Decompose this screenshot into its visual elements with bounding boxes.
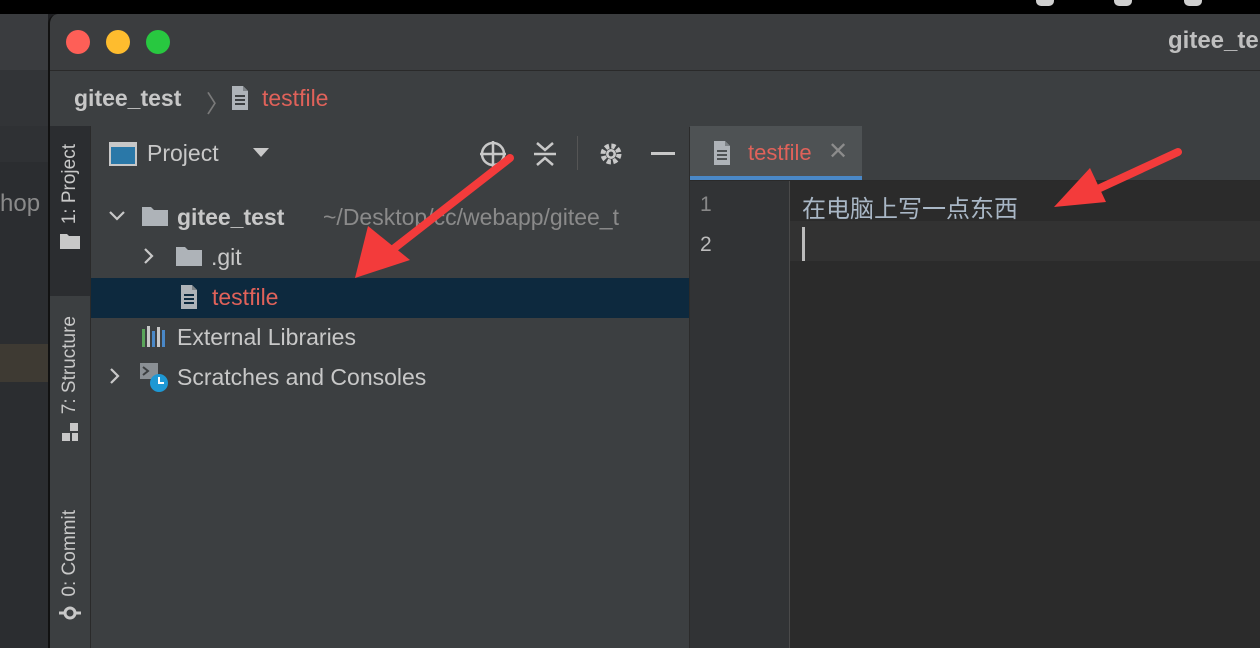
- tree-item-external-libraries[interactable]: External Libraries: [91, 318, 689, 358]
- toolbar-divider: [577, 136, 578, 170]
- tab-commit-label: 0: Commit: [59, 510, 80, 597]
- project-view-icon: [109, 142, 137, 171]
- commit-icon: [59, 605, 81, 626]
- editor-tab-testfile[interactable]: testfile ✕: [690, 126, 862, 180]
- chevron-down-icon[interactable]: [251, 146, 271, 165]
- gear-icon[interactable]: [597, 140, 625, 168]
- minimize-window-button[interactable]: [106, 30, 130, 54]
- close-icon[interactable]: ✕: [828, 137, 848, 166]
- collapse-all-icon[interactable]: [531, 140, 559, 168]
- project-view-selector[interactable]: Project: [147, 140, 219, 167]
- tree-item-label: .git: [211, 244, 242, 270]
- folder-icon: [59, 232, 81, 255]
- tree-item-scratches[interactable]: Scratches and Consoles: [91, 358, 689, 398]
- scratches-icon: [139, 362, 171, 399]
- active-tab-indicator: [690, 176, 862, 180]
- locate-file-icon[interactable]: [479, 140, 507, 168]
- editor-area[interactable]: 在电脑上写一点东西: [790, 181, 1260, 648]
- editor-tab-label: testfile: [748, 140, 812, 165]
- breadcrumb-project[interactable]: gitee_test: [74, 85, 181, 112]
- tree-item-label: testfile: [212, 284, 279, 310]
- hide-panel-icon[interactable]: [649, 140, 677, 168]
- line-number-gutter: 1 2: [690, 181, 790, 648]
- line-number: 1: [700, 193, 712, 216]
- text-caret: [802, 227, 805, 261]
- tab-project[interactable]: 1: Project: [50, 144, 90, 255]
- structure-icon: [60, 422, 80, 447]
- folder-icon: [141, 205, 169, 232]
- tree-item-testfile[interactable]: testfile: [91, 278, 689, 318]
- tab-structure[interactable]: 7: Structure: [50, 316, 90, 447]
- code-line[interactable]: 在电脑上写一点东西: [802, 189, 1018, 224]
- tree-item-label: Scratches and Consoles: [177, 364, 427, 390]
- mac-menu-bar: [0, 0, 1260, 14]
- tab-project-label: 1: Project: [59, 144, 80, 225]
- navigation-bar: gitee_test 〉 testfile: [50, 70, 1260, 128]
- file-icon: [179, 284, 199, 315]
- title-bar: gitee_te: [50, 14, 1260, 70]
- breadcrumb-file[interactable]: testfile: [262, 85, 328, 112]
- background-text: hop: [0, 190, 41, 217]
- search-icon[interactable]: [1114, 0, 1132, 6]
- file-icon: [712, 140, 732, 171]
- project-panel: Project gitee_test ~/Desktop/cc/webapp/g…: [91, 126, 689, 648]
- folder-icon: [175, 245, 203, 272]
- tab-structure-label: 7: Structure: [59, 316, 80, 415]
- window-title: gitee_te: [1168, 27, 1259, 54]
- project-panel-header: Project: [91, 126, 689, 180]
- status-icon[interactable]: [1184, 0, 1202, 6]
- file-icon: [230, 85, 250, 116]
- breadcrumb-separator-icon: 〉: [206, 91, 230, 118]
- status-icon[interactable]: [1036, 0, 1054, 6]
- editor-tab-bar: testfile ✕: [690, 126, 1260, 181]
- background-window: hop: [0, 14, 48, 648]
- tool-window-stripe: 1: Project 7: Structure 0: Commit: [50, 126, 91, 648]
- tree-item-path: ~/Desktop/cc/webapp/gitee_t: [323, 204, 619, 230]
- chevron-down-icon[interactable]: [107, 206, 127, 226]
- tree-item-label: External Libraries: [177, 324, 356, 350]
- current-line-highlight: [790, 221, 1260, 261]
- tree-item-git-folder[interactable]: .git: [91, 238, 689, 278]
- chevron-right-icon[interactable]: [105, 366, 125, 386]
- line-number: 2: [700, 233, 712, 256]
- tab-commit[interactable]: 0: Commit: [50, 510, 90, 626]
- close-window-button[interactable]: [66, 30, 90, 54]
- zoom-window-button[interactable]: [146, 30, 170, 54]
- chevron-right-icon[interactable]: [139, 246, 159, 266]
- tree-item-project-root[interactable]: gitee_test ~/Desktop/cc/webapp/gitee_t: [91, 198, 689, 238]
- ide-window: gitee_te gitee_test 〉 testfile 1: Projec…: [48, 14, 1260, 648]
- tree-item-label: gitee_test: [177, 204, 285, 230]
- libraries-icon: [141, 325, 169, 354]
